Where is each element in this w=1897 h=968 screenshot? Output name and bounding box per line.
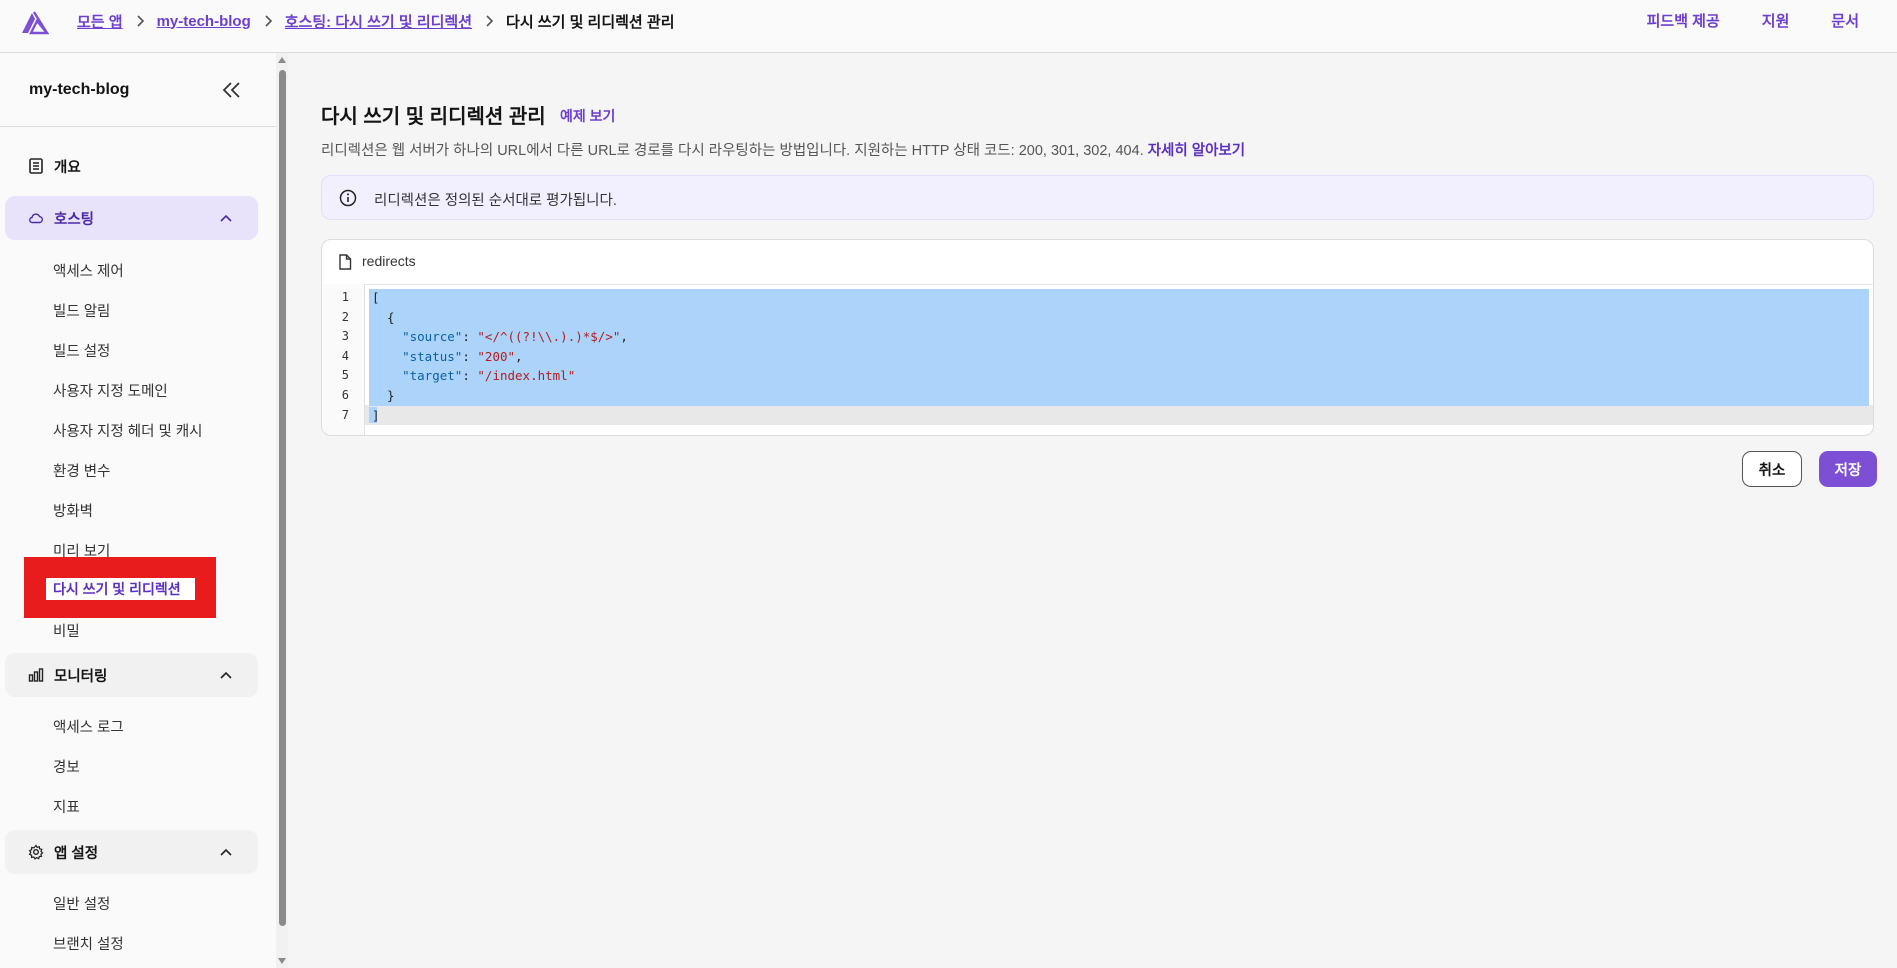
alert-text: 리디렉션은 정의된 순서대로 평가됩니다. [374,193,617,209]
code-line: [ [372,290,380,305]
sidebar-item-build-notifications[interactable]: 빌드 알림 [53,300,110,321]
sidebar-item-metrics[interactable]: 지표 [53,796,80,817]
breadcrumb-current: 다시 쓰기 및 리디렉션 관리 [506,13,675,31]
sidebar-item-build-settings[interactable]: 빌드 설정 [53,340,110,361]
scroll-up-icon[interactable] [278,57,286,63]
cancel-button[interactable]: 취소 [1742,451,1802,487]
sidebar-item-overview[interactable]: 개요 [5,144,258,188]
scrollbar-thumb[interactable] [279,70,286,926]
support-link[interactable]: 지원 [1762,10,1790,31]
sidebar-header: my-tech-blog [0,53,276,127]
top-links: 피드백 제공 지원 문서 [1647,10,1859,31]
page-description: 리디렉션은 웹 서버가 하나의 URL에서 다른 URL로 경로를 다시 라우팅… [321,139,1245,160]
code-line: } [372,388,395,403]
code-area[interactable]: [ { "source": "</^((?!\\.).)*$/>", "stat… [365,284,1873,435]
page-title: 다시 쓰기 및 리디렉션 관리 [321,106,546,128]
line-number: 4 [341,349,349,363]
editor-filename: redirects [362,253,416,269]
code-line: ] [372,408,380,423]
editor-header: redirects [322,240,1873,285]
sidebar-section-hosting[interactable]: 호스팅 [5,196,258,240]
line-number: 7 [341,408,349,422]
breadcrumb-app[interactable]: my-tech-blog [157,13,251,30]
sidebar-item-access-logs[interactable]: 액세스 로그 [53,716,124,737]
sidebar-item-secrets[interactable]: 비밀 [53,620,80,641]
redirects-code-editor[interactable]: redirects 1 2 3 4 5 6 7 [ { "source": "<… [321,239,1874,436]
chevron-right-icon [472,10,506,32]
code-line: "target": "/index.html" [402,368,576,383]
breadcrumb-all-apps[interactable]: 모든 앱 [77,11,123,32]
file-icon [339,254,352,270]
sidebar-item-custom-headers[interactable]: 사용자 지정 헤더 및 캐시 [53,420,203,441]
sidebar-section-label: 앱 설정 [54,845,99,862]
sidebar-scrollbar[interactable] [276,53,288,968]
bar-chart-icon [28,668,44,682]
sidebar-section-label: 호스팅 [54,211,95,228]
sidebar-item-access-control[interactable]: 액세스 제어 [53,260,124,281]
sidebar-item-firewall[interactable]: 방화벽 [53,500,93,521]
chevron-up-icon[interactable] [219,845,233,859]
chevron-right-icon [123,10,157,32]
line-number: 1 [341,290,349,304]
sidebar-item-branch-settings[interactable]: 브랜치 설정 [53,933,124,954]
sidebar: my-tech-blog 개요 호스팅 액세스 제어 빌드 알림 빌드 설정 사… [0,53,276,968]
chevron-up-icon[interactable] [219,211,233,225]
amplify-logo-icon[interactable] [20,9,49,35]
sidebar-section-app-settings[interactable]: 앱 설정 [5,830,258,874]
code-line: "source": "</^((?!\\.).)*$/>", [402,329,628,344]
sidebar-section-label: 모니터링 [54,668,108,685]
view-example-link[interactable]: 예제 보기 [560,106,615,126]
info-alert: 리디렉션은 정의된 순서대로 평가됩니다. [321,175,1874,220]
description-text: 리디렉션은 웹 서버가 하나의 URL에서 다른 URL로 경로를 다시 라우팅… [321,143,1144,159]
sidebar-item-general-settings[interactable]: 일반 설정 [53,893,110,914]
sidebar-item-custom-domains[interactable]: 사용자 지정 도메인 [53,380,168,401]
sidebar-item-env-variables[interactable]: 환경 변수 [53,460,110,481]
code-line: { [372,310,395,325]
cloud-icon [29,213,43,224]
line-number-gutter: 1 2 3 4 5 6 7 [322,284,365,435]
sidebar-app-name: my-tech-blog [29,81,130,98]
line-number: 3 [341,329,349,343]
text-selection [369,289,1869,406]
chevron-up-icon[interactable] [219,668,233,682]
gear-icon [28,844,44,860]
scroll-down-icon[interactable] [278,958,286,964]
info-icon [339,189,357,207]
breadcrumb-hosting[interactable]: 호스팅: 다시 쓰기 및 리디렉션 [285,11,472,32]
sidebar-item-alarms[interactable]: 경보 [53,756,80,777]
main-content: 다시 쓰기 및 리디렉션 관리 예제 보기 리디렉션은 웹 서버가 하나의 UR… [288,53,1897,968]
active-line-highlight [365,405,1873,425]
code-line: "status": "200", [402,349,523,364]
line-number: 6 [341,388,349,402]
chevron-right-icon [251,10,285,32]
learn-more-link[interactable]: 자세히 알아보기 [1148,143,1245,159]
sidebar-section-monitoring[interactable]: 모니터링 [5,653,258,697]
double-chevron-left-icon[interactable] [219,79,245,101]
docs-link[interactable]: 문서 [1831,10,1859,31]
save-button[interactable]: 저장 [1819,451,1877,487]
line-number: 2 [341,310,349,324]
sidebar-item-rewrites-redirects[interactable]: 다시 쓰기 및 리디렉션 [46,578,195,600]
top-navigation-bar: 모든 앱 my-tech-blog 호스팅: 다시 쓰기 및 리디렉션 다시 쓰… [0,0,1897,53]
document-list-icon [29,158,43,174]
breadcrumb: 모든 앱 my-tech-blog 호스팅: 다시 쓰기 및 리디렉션 다시 쓰… [77,10,675,32]
line-number: 5 [341,368,349,382]
feedback-link[interactable]: 피드백 제공 [1647,10,1720,31]
sidebar-item-label: 개요 [54,159,81,176]
